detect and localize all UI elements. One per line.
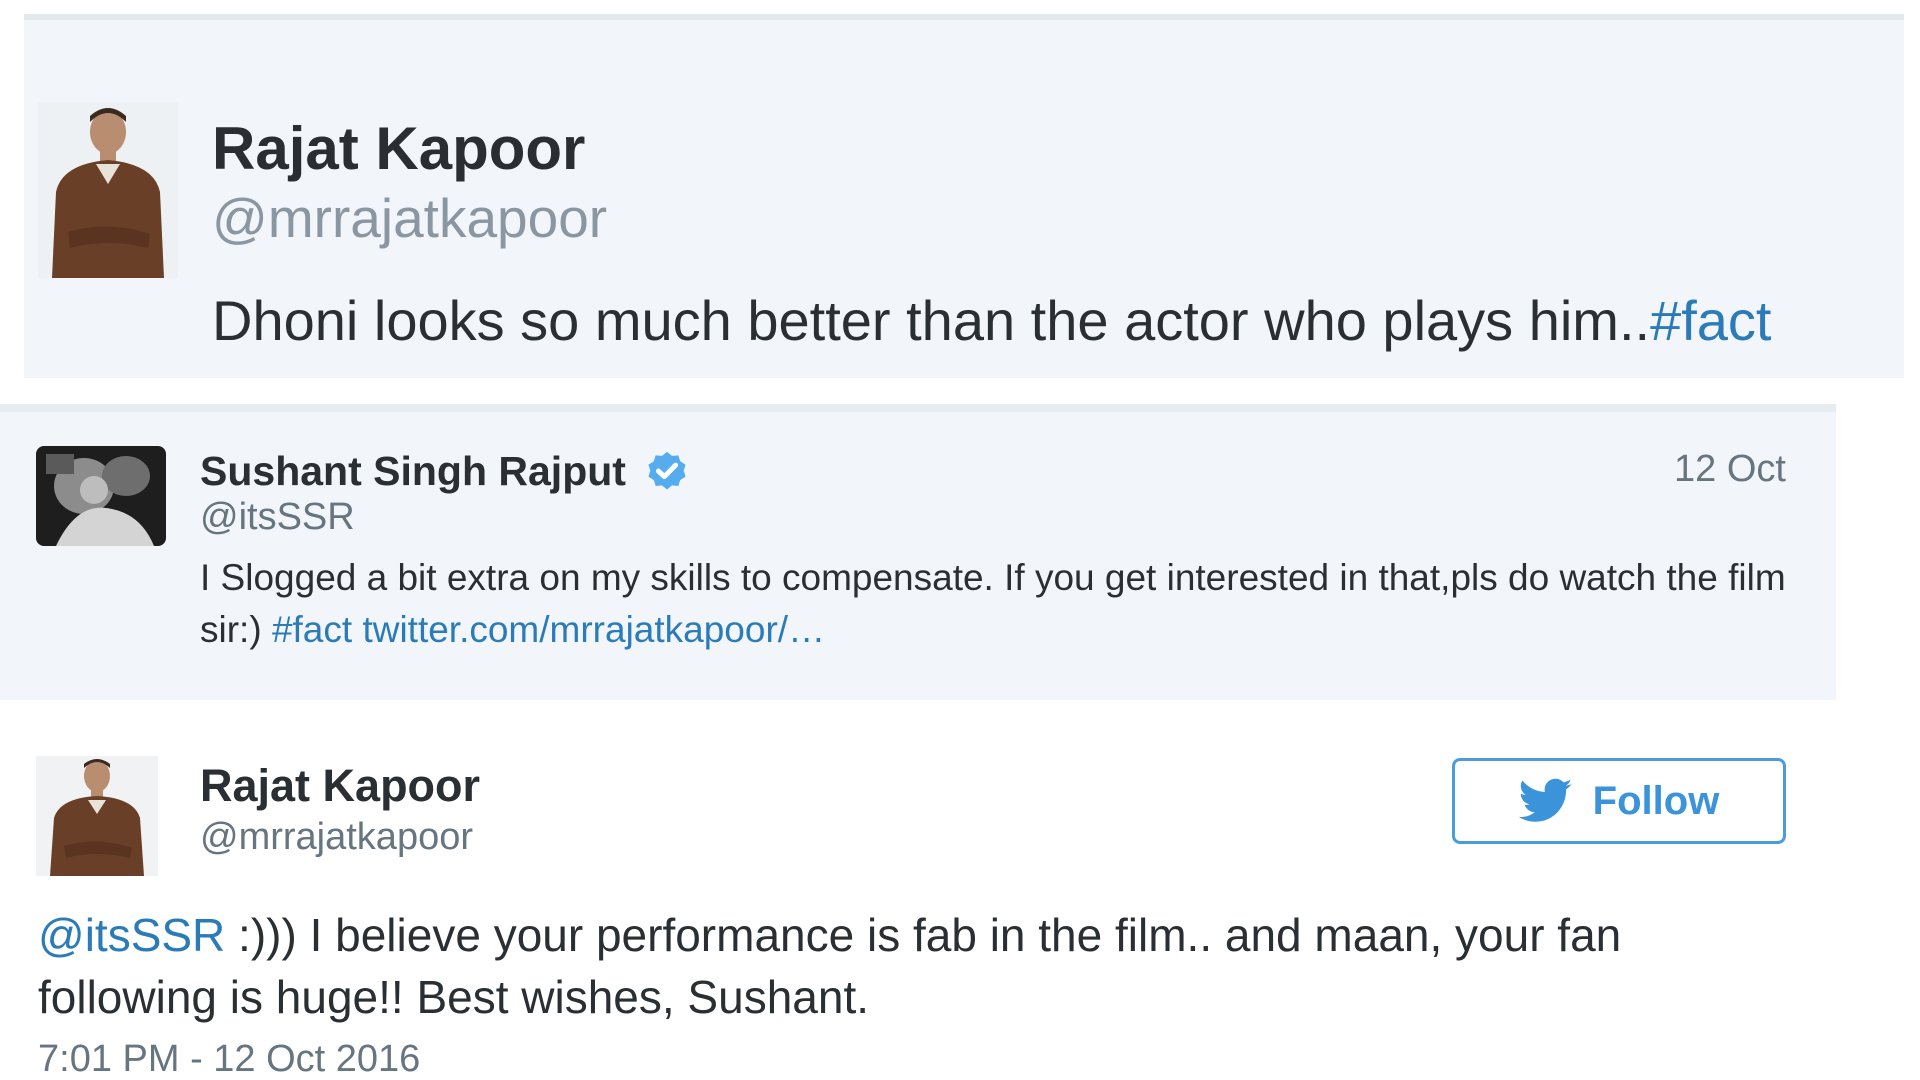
verified-badge-icon — [648, 451, 686, 489]
original-tweet-card: Rajat Kapoor @mrrajatkapoor Dhoni looks … — [24, 14, 1904, 378]
hashtag-link[interactable]: #fact — [272, 609, 352, 650]
author-handle[interactable]: @mrrajatkapoor — [200, 816, 473, 859]
tweet-body: Dhoni looks so much better than the acto… — [212, 289, 1651, 352]
author-handle[interactable]: @mrrajatkapoor — [212, 186, 607, 250]
tweet-url-link[interactable]: twitter.com/mrrajatkapoor/… — [362, 609, 825, 650]
rajat-kapoor-avatar[interactable] — [38, 102, 178, 278]
author-handle[interactable]: @itsSSR — [200, 496, 355, 539]
tweet-text: Dhoni looks so much better than the acto… — [212, 288, 1771, 353]
sushant-avatar[interactable] — [36, 446, 166, 546]
mention-link[interactable]: @itsSSR — [38, 909, 225, 961]
screenshot-collage: Rajat Kapoor @mrrajatkapoor Dhoni looks … — [0, 0, 1920, 1080]
author-name-row: Sushant Singh Rajput — [200, 448, 690, 495]
author-name[interactable]: Rajat Kapoor — [212, 114, 585, 183]
rajat-kapoor-avatar[interactable] — [36, 756, 158, 876]
author-name[interactable]: Rajat Kapoor — [200, 760, 480, 812]
follow-button-label: Follow — [1592, 778, 1720, 823]
response-tweet-card: Rajat Kapoor @mrrajatkapoor Follow @itsS… — [0, 724, 1920, 1080]
tweet-text: I Slogged a bit extra on my skills to co… — [200, 552, 1800, 656]
reply-tweet-card: Sushant Singh Rajput 12 Oct @itsSSR I Sl… — [0, 404, 1836, 700]
tweet-timestamp[interactable]: 7:01 PM - 12 Oct 2016 — [38, 1038, 420, 1080]
hashtag-link[interactable]: #fact — [1650, 289, 1771, 352]
tweet-body: :))) I believe your performance is fab i… — [38, 909, 1622, 1023]
author-name[interactable]: Sushant Singh Rajput — [200, 448, 626, 495]
tweet-date[interactable]: 12 Oct — [1674, 448, 1786, 491]
tweet-text: @itsSSR :))) I believe your performance … — [38, 904, 1798, 1028]
twitter-bird-icon — [1518, 778, 1572, 822]
follow-button[interactable]: Follow — [1452, 758, 1786, 844]
